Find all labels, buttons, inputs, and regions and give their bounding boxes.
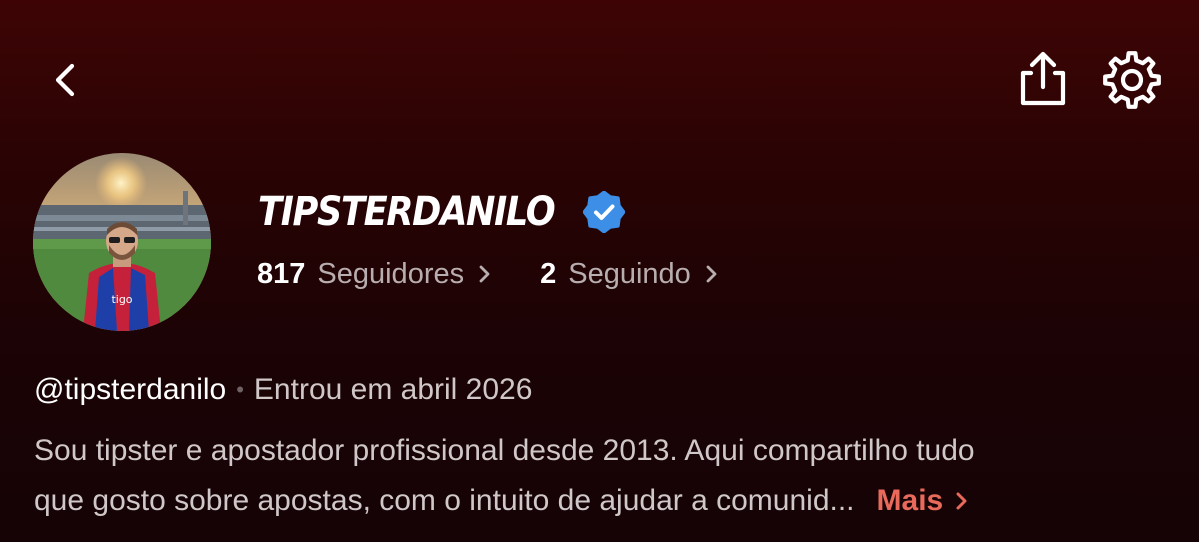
verified-badge-icon <box>582 191 625 233</box>
chevron-left-icon <box>46 60 86 104</box>
more-button[interactable]: Mais <box>877 484 970 517</box>
bio-line-text: que gosto sobre apostas, com o intuito d… <box>34 484 855 517</box>
chevron-right-icon <box>705 264 719 284</box>
following-count: 2 <box>540 257 557 290</box>
profile-display-name: TIPSTERDANILO <box>258 189 556 235</box>
followers-count: 817 <box>257 257 306 290</box>
share-icon <box>1013 47 1073 115</box>
settings-button[interactable] <box>1096 46 1168 118</box>
bio-line: Sou tipster e apostador profissional des… <box>34 434 975 467</box>
following-link[interactable]: 2 Seguindo <box>540 258 719 291</box>
joined-date: Entrou em abril 2026 <box>253 373 533 406</box>
profile-handle: @tipsterdanilo <box>34 373 227 406</box>
avatar[interactable]: tigo <box>33 153 211 331</box>
svg-text:tigo: tigo <box>111 293 132 306</box>
bio-line-last: que gosto sobre apostas, com o intuito d… <box>34 476 1174 526</box>
back-button[interactable] <box>36 52 96 112</box>
more-label: Mais <box>876 484 944 517</box>
gear-outline <box>1103 51 1161 109</box>
profile-bio: Sou tipster e apostador profissional des… <box>34 426 1174 526</box>
chevron-right-icon <box>955 477 969 527</box>
verified-badge-shape <box>582 191 625 233</box>
share-button[interactable] <box>1008 46 1078 116</box>
chevron-right-icon <box>478 264 492 284</box>
separator-dot: • <box>236 377 244 402</box>
profile-meta: @tipsterdanilo • Entrou em abril 2026 <box>34 369 532 411</box>
gear-icon <box>1100 48 1164 116</box>
followers-label: Seguidores <box>317 257 465 290</box>
following-label: Seguindo <box>568 257 691 290</box>
followers-link[interactable]: 817 Seguidores <box>257 258 492 291</box>
profile-stats: 817 Seguidores 2 Seguindo <box>257 254 719 294</box>
profile-name-row: TIPSTERDANILO <box>258 186 625 238</box>
